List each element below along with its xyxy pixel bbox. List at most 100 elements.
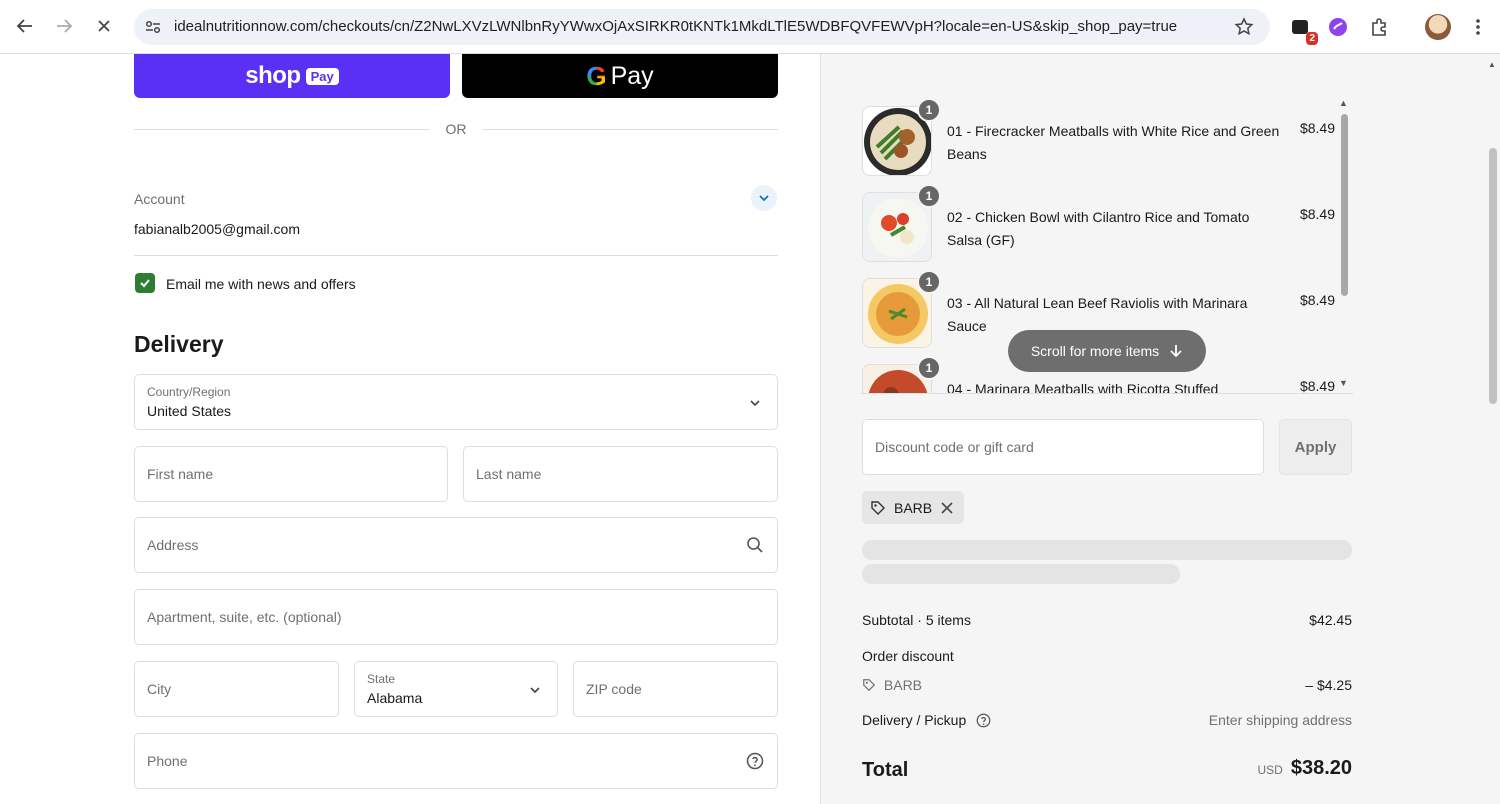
- item-price: $8.49: [1299, 120, 1335, 136]
- extension-badge: 2: [1306, 32, 1318, 45]
- city-placeholder: City: [147, 681, 172, 697]
- item-price: $8.49: [1299, 378, 1335, 394]
- browser-menu-button[interactable]: [1466, 15, 1490, 39]
- order-discount-row: Order discount: [862, 648, 1352, 664]
- extension-notifications[interactable]: 2: [1288, 15, 1318, 45]
- forward-arrow-icon: [57, 19, 73, 33]
- subtotal-row: Subtotal · 5 items $42.45: [862, 612, 1352, 628]
- delivery-row: Delivery / Pickup Enter shipping address: [862, 712, 1352, 728]
- item-name: 04 - Marinara Meatballs with Ricotta Stu…: [947, 381, 1219, 394]
- scroll-down-arrow-icon[interactable]: ▼: [1339, 378, 1348, 388]
- back-button[interactable]: [11, 12, 39, 40]
- page-scrollbar[interactable]: ▲: [1486, 54, 1500, 804]
- extension-purple[interactable]: [1326, 15, 1350, 39]
- first-name-field[interactable]: First name: [134, 446, 448, 502]
- total-row: Total USD $38.20: [862, 757, 1352, 782]
- city-field[interactable]: City: [134, 661, 339, 717]
- help-icon[interactable]: [745, 751, 765, 771]
- state-value: Alabama: [367, 690, 423, 706]
- checkmark-icon: [140, 279, 150, 288]
- zip-placeholder: ZIP code: [586, 681, 642, 697]
- google-pay-label: Pay: [610, 61, 654, 90]
- scrollbar-thumb[interactable]: [1341, 114, 1348, 296]
- shop-pay-button[interactable]: shop Pay: [134, 54, 450, 98]
- extensions-menu-button[interactable]: [1367, 15, 1391, 39]
- total-label: Total: [862, 759, 909, 781]
- bookmark-star-icon[interactable]: [1234, 17, 1254, 37]
- first-name-placeholder: First name: [147, 466, 214, 482]
- site-settings-icon[interactable]: [144, 18, 162, 36]
- purple-extension-icon: [1329, 18, 1347, 36]
- scroll-more-items-button[interactable]: Scroll for more items: [1008, 330, 1206, 372]
- item-quantity-badge: 1: [917, 98, 941, 122]
- chevron-down-icon: [759, 195, 769, 202]
- delivery-value: Enter shipping address: [1208, 712, 1352, 728]
- help-icon[interactable]: [976, 713, 991, 728]
- order-discount-label: Order discount: [862, 648, 954, 664]
- chevron-down-icon: [745, 393, 765, 413]
- item-price: $8.49: [1299, 206, 1335, 222]
- discount-code-label: BARB: [883, 677, 923, 693]
- or-label: OR: [445, 121, 467, 137]
- news-offers-label[interactable]: Email me with news and offers: [166, 276, 356, 292]
- loading-skeleton: [862, 564, 1180, 584]
- address-placeholder: Address: [147, 537, 199, 553]
- apartment-field[interactable]: Apartment, suite, etc. (optional): [134, 589, 778, 645]
- phone-field[interactable]: Phone: [134, 733, 778, 789]
- account-divider: [134, 255, 778, 256]
- back-arrow-icon: [16, 19, 32, 33]
- arrow-down-icon: [1170, 345, 1182, 358]
- or-divider: OR: [134, 120, 778, 140]
- scroll-hint-label: Scroll for more items: [1030, 343, 1160, 359]
- subtotal-label: Subtotal · 5 items: [862, 612, 971, 628]
- state-select[interactable]: State Alabama: [354, 661, 558, 717]
- tag-icon: [863, 679, 876, 692]
- address-bar[interactable]: idealnutritionnow.com/checkouts/cn/Z2NwL…: [134, 9, 1270, 45]
- item-name: 01 - Firecracker Meatballs with White Ri…: [947, 123, 1280, 162]
- state-label: State: [367, 672, 396, 686]
- account-expand-button[interactable]: [751, 185, 777, 211]
- scroll-up-arrow-icon[interactable]: ▲: [1339, 98, 1348, 108]
- cart-item: 1 02 - Chicken Bowl with Cilantro Rice a…: [861, 184, 1335, 274]
- discount-placeholder: Discount code or gift card: [875, 439, 1034, 455]
- phone-placeholder: Phone: [147, 753, 188, 769]
- country-select[interactable]: Country/Region United States: [134, 374, 778, 430]
- order-summary: 1 01 - Firecracker Meatballs with White …: [820, 54, 1500, 804]
- discount-code-input[interactable]: Discount code or gift card: [862, 419, 1264, 475]
- total-amount: $38.20: [1290, 757, 1352, 779]
- cart-item: 1 01 - Firecracker Meatballs with White …: [861, 98, 1335, 188]
- news-offers-checkbox[interactable]: [135, 273, 155, 293]
- checkout-form: shop Pay G Pay OR Account fabianalb2005@…: [0, 54, 820, 804]
- more-vertical-icon: [1476, 19, 1480, 35]
- last-name-placeholder: Last name: [476, 466, 542, 482]
- search-icon: [745, 535, 765, 555]
- discount-code-row: BARB – $4.25: [862, 677, 1352, 693]
- account-email: fabianalb2005@gmail.com: [134, 221, 300, 237]
- country-label: Country/Region: [147, 385, 231, 399]
- stop-loading-button[interactable]: [90, 12, 118, 40]
- cart-items-scrollbar[interactable]: ▲ ▼: [1337, 98, 1353, 392]
- url-text[interactable]: idealnutritionnow.com/checkouts/cn/Z2NwL…: [174, 18, 1214, 35]
- google-pay-button[interactable]: G Pay: [462, 54, 778, 98]
- page-scrollbar-thumb[interactable]: [1489, 148, 1497, 404]
- applied-discount-chip: BARB: [862, 491, 965, 524]
- subtotal-value: $42.45: [1309, 612, 1352, 628]
- profile-avatar[interactable]: [1425, 14, 1451, 40]
- item-quantity-badge: 1: [917, 270, 941, 294]
- forward-button[interactable]: [50, 12, 78, 40]
- item-quantity-badge: 1: [917, 356, 941, 380]
- chevron-down-icon: [525, 680, 545, 700]
- item-name: 02 - Chicken Bowl with Cilantro Rice and…: [947, 209, 1250, 248]
- apartment-placeholder: Apartment, suite, etc. (optional): [147, 609, 342, 625]
- apply-discount-button[interactable]: Apply: [1279, 419, 1352, 475]
- scroll-up-arrow-icon[interactable]: ▲: [1488, 60, 1496, 69]
- country-value: United States: [147, 403, 232, 419]
- last-name-field[interactable]: Last name: [463, 446, 778, 502]
- zip-field[interactable]: ZIP code: [573, 661, 778, 717]
- delivery-heading: Delivery: [134, 331, 224, 357]
- item-price: $8.49: [1299, 292, 1335, 308]
- currency-code: USD: [1257, 763, 1283, 777]
- address-field[interactable]: Address: [134, 517, 778, 573]
- google-g-logo: G: [586, 60, 607, 91]
- remove-discount-icon[interactable]: [940, 501, 954, 515]
